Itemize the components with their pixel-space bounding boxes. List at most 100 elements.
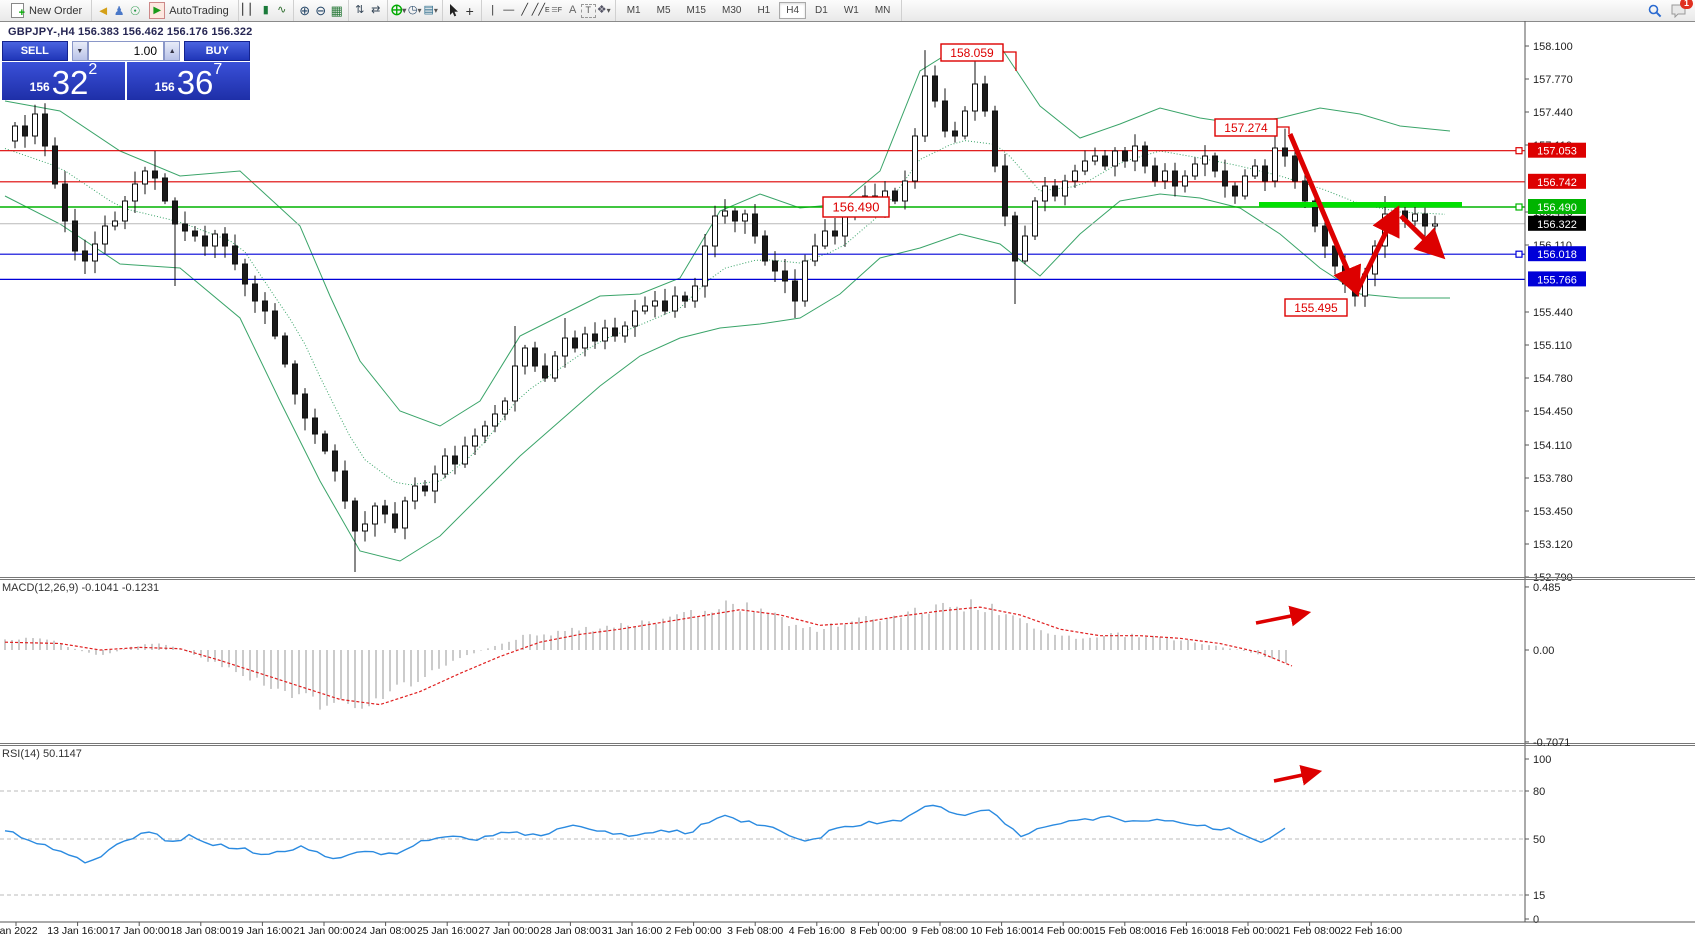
svg-text:156.322: 156.322	[1537, 219, 1577, 231]
autotrading-icon: ▶	[149, 2, 165, 19]
community-icon[interactable]: ♟	[111, 3, 127, 18]
channel-icon[interactable]: ╱╱E	[533, 3, 549, 18]
svg-text:8 Feb 00:00: 8 Feb 00:00	[850, 925, 906, 937]
svg-text:154.450: 154.450	[1533, 406, 1573, 418]
candlestick-type-icon[interactable]: ▮	[258, 3, 274, 18]
text-icon[interactable]: A	[565, 3, 581, 18]
svg-text:27 Jan 00:00: 27 Jan 00:00	[478, 925, 539, 937]
svg-text:0.00: 0.00	[1533, 645, 1554, 657]
svg-text:155.110: 155.110	[1533, 340, 1572, 352]
buy-price-big: 36	[177, 68, 214, 98]
bar-chart-type-icon[interactable]: ▏▏	[242, 3, 258, 18]
svg-text:156.490: 156.490	[1537, 202, 1577, 214]
new-order-icon: +	[9, 3, 25, 18]
horizontal-line-icon[interactable]: —	[501, 3, 517, 18]
sell-price-prefix: 156	[30, 80, 50, 94]
svg-text:153.450: 153.450	[1533, 506, 1573, 518]
svg-text:157.053: 157.053	[1537, 146, 1577, 158]
timeframe-M30[interactable]: M30	[715, 2, 748, 19]
timeframe-W1[interactable]: W1	[837, 2, 866, 19]
svg-text:154.110: 154.110	[1533, 440, 1572, 452]
tile-windows-icon[interactable]: ▦	[329, 3, 345, 18]
mt4-window: { "toolbar": { "new_order_label": "New O…	[0, 0, 1695, 940]
template-icon[interactable]: ▤▾	[423, 3, 439, 18]
svg-text:15: 15	[1533, 890, 1545, 902]
svg-text:157.274: 157.274	[1224, 121, 1268, 135]
svg-text:17 Jan 00:00: 17 Jan 00:00	[109, 925, 170, 937]
svg-text:156.490: 156.490	[833, 200, 880, 215]
sell-button[interactable]: SELL	[2, 41, 68, 61]
svg-text:2 Feb 00:00: 2 Feb 00:00	[666, 925, 722, 937]
line-drag-handle	[1516, 148, 1522, 154]
svg-text:154.780: 154.780	[1533, 373, 1573, 385]
cursor-icon[interactable]	[446, 3, 462, 18]
price-axis: 158.100157.770157.440157.110156.440156.1…	[1516, 21, 1586, 922]
svg-text:22 Feb 16:00: 22 Feb 16:00	[1340, 925, 1402, 937]
autotrading-label: AutoTrading	[169, 5, 229, 17]
timeframe-D1[interactable]: D1	[808, 2, 835, 19]
fibonacci-icon[interactable]: ≡F	[549, 3, 565, 18]
sell-price-display[interactable]: 156 32 2	[2, 62, 125, 100]
svg-text:0.485: 0.485	[1533, 582, 1561, 594]
svg-text:24 Jan 08:00: 24 Jan 08:00	[355, 925, 416, 937]
volume-input[interactable]	[88, 41, 164, 61]
svg-text:18 Jan 08:00: 18 Jan 08:00	[170, 925, 231, 937]
line-drag-handle	[1516, 251, 1522, 257]
vertical-line-icon[interactable]: |	[485, 3, 501, 18]
crosshair-icon[interactable]: +	[462, 3, 478, 18]
svg-text:158.100: 158.100	[1533, 41, 1573, 53]
timeframe-M15[interactable]: M15	[680, 2, 713, 19]
news-horn-icon[interactable]: ◄	[95, 3, 111, 18]
sell-price-big: 32	[52, 68, 89, 98]
svg-text:50: 50	[1533, 834, 1545, 846]
timeframe-H1[interactable]: H1	[750, 2, 777, 19]
autotrading-button[interactable]: ▶ AutoTrading	[143, 0, 235, 21]
chart-symbol-header: GBPJPY-,H4 156.383 156.462 156.176 156.3…	[8, 26, 252, 38]
svg-text:156.742: 156.742	[1537, 177, 1577, 189]
shapes-icon[interactable]: ❖▾	[596, 3, 612, 18]
svg-text:153.780: 153.780	[1533, 473, 1573, 485]
rsi-label: RSI(14) 50.1147	[2, 748, 82, 760]
zoom-in-icon[interactable]: ⊕	[297, 3, 313, 18]
line-chart-type-icon[interactable]: ∿	[274, 3, 290, 18]
add-indicator-icon[interactable]: ⨁▾	[391, 3, 407, 18]
rsi-pane: 1008050150RSI(14) 50.1147	[0, 748, 1551, 926]
svg-text:21 Feb 08:00: 21 Feb 08:00	[1279, 925, 1341, 937]
buy-price-prefix: 156	[155, 80, 175, 94]
period-clock-icon[interactable]: ◷▾	[407, 3, 423, 18]
timeframe-M1[interactable]: M1	[620, 2, 648, 19]
svg-text:16 Feb 16:00: 16 Feb 16:00	[1155, 925, 1217, 937]
buy-price-display[interactable]: 156 36 7	[127, 62, 250, 100]
zoom-out-icon[interactable]: ⊖	[313, 3, 329, 18]
svg-text:15 Feb 08:00: 15 Feb 08:00	[1094, 925, 1156, 937]
search-icon[interactable]	[1647, 3, 1663, 18]
trendline-icon[interactable]: ╱	[517, 3, 533, 18]
arrange-horizontal-icon[interactable]: ⇄	[368, 3, 384, 18]
green-resistance-zone	[1259, 202, 1462, 207]
notification-badge: 1	[1680, 0, 1693, 9]
macd-pane: 0.4850.00-0.7071MACD(12,26,9) -0.1041 -0…	[2, 582, 1570, 749]
new-order-button[interactable]: + New Order	[3, 1, 88, 20]
svg-text:157.440: 157.440	[1533, 107, 1573, 119]
volume-decrease-button[interactable]: ▼	[72, 41, 88, 61]
svg-text:80: 80	[1533, 786, 1545, 798]
main-chart-pane: 158.059157.274156.490155.495	[0, 44, 1525, 572]
one-click-trading-panel: SELL ▼ ▲ BUY 156 32 2 156 36 7	[2, 41, 250, 100]
svg-text:157.770: 157.770	[1533, 74, 1573, 86]
signals-icon[interactable]: ☉	[127, 3, 143, 18]
svg-text:10 Feb 16:00: 10 Feb 16:00	[971, 925, 1033, 937]
timeframe-M5[interactable]: M5	[650, 2, 678, 19]
volume-increase-button[interactable]: ▲	[164, 41, 180, 61]
chat-notifications-icon[interactable]: 1	[1669, 3, 1687, 18]
svg-text:31 Jan 16:00: 31 Jan 16:00	[602, 925, 663, 937]
svg-text:155.495: 155.495	[1294, 301, 1338, 315]
text-label-icon[interactable]: T	[581, 4, 596, 18]
svg-text:19 Jan 16:00: 19 Jan 16:00	[232, 925, 293, 937]
arrange-vertical-icon[interactable]: ⇅	[352, 3, 368, 18]
chart-canvas[interactable]: 158.059157.274156.490155.495158.100157.7…	[0, 21, 1695, 940]
svg-text:Jan 2022: Jan 2022	[0, 925, 38, 937]
timeframe-MN[interactable]: MN	[868, 2, 898, 19]
svg-text:-0.7071: -0.7071	[1533, 737, 1570, 749]
buy-button[interactable]: BUY	[184, 41, 250, 61]
timeframe-H4[interactable]: H4	[779, 2, 806, 19]
